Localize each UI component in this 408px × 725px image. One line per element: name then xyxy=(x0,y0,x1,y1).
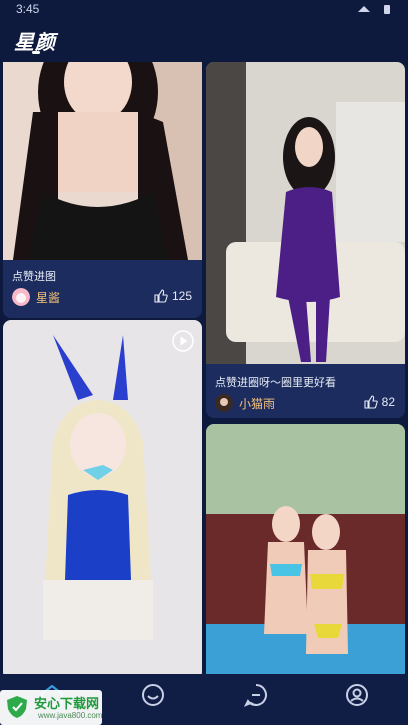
post-caption: 点赞进图 xyxy=(12,271,56,283)
like-count: 82 xyxy=(381,395,395,409)
post-card[interactable]: 点赞进图 星酱 125 xyxy=(3,62,202,318)
like-count: 125 xyxy=(171,289,192,303)
avatar[interactable] xyxy=(215,394,233,412)
profile-icon[interactable] xyxy=(344,682,370,708)
post-card[interactable] xyxy=(3,320,202,674)
signal-battery-icon xyxy=(358,5,390,14)
watermark-url: www.java800.com xyxy=(38,711,103,720)
message-icon[interactable] xyxy=(243,682,269,708)
author-name[interactable]: 星酱 xyxy=(36,289,60,306)
watermark-title: 安心下载网 xyxy=(34,696,100,711)
title-underline xyxy=(32,51,40,54)
like-button[interactable]: 82 xyxy=(364,395,395,409)
post-author[interactable]: 小猫雨 xyxy=(215,394,275,412)
feed[interactable]: 点赞进图 星酱 125 点赞进圈呀～圈里更好看 小猫雨 82 xyxy=(0,62,408,674)
smile-icon[interactable] xyxy=(140,682,166,708)
site-watermark: 安心下载网 www.java800.com xyxy=(0,690,102,725)
post-photo[interactable] xyxy=(206,62,405,364)
author-name[interactable]: 小猫雨 xyxy=(239,395,275,412)
video-play-icon[interactable] xyxy=(172,330,194,352)
post-card[interactable] xyxy=(206,424,405,674)
thumbs-up-icon xyxy=(364,395,378,409)
shield-logo-icon xyxy=(7,696,27,718)
status-time: 3:45 xyxy=(16,2,40,16)
post-photo[interactable] xyxy=(206,424,405,674)
status-icons xyxy=(356,3,396,18)
post-photo[interactable] xyxy=(3,320,202,674)
post-caption: 点赞进圈呀～圈里更好看 xyxy=(215,377,336,389)
post-author[interactable]: 星酱 xyxy=(12,288,60,306)
post-card[interactable]: 点赞进圈呀～圈里更好看 小猫雨 82 xyxy=(206,62,405,418)
like-button[interactable]: 125 xyxy=(154,289,192,303)
status-bar: 3:45 xyxy=(0,0,408,18)
avatar[interactable] xyxy=(12,288,30,306)
post-photo[interactable] xyxy=(3,62,202,260)
thumbs-up-icon xyxy=(154,289,168,303)
